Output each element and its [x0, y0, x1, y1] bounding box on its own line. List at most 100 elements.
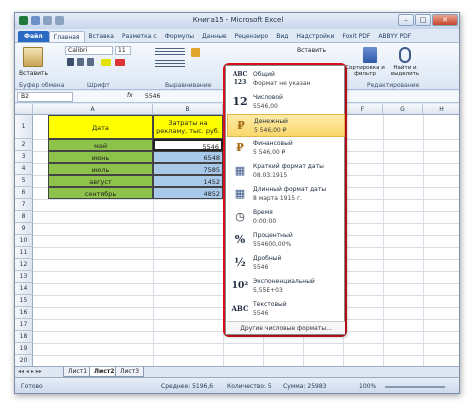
- text-format-icon: ABC: [231, 304, 249, 313]
- tab-review[interactable]: Рецензиро: [231, 31, 273, 42]
- tab-home[interactable]: Главная: [48, 31, 85, 42]
- column-header-a[interactable]: A: [33, 104, 153, 115]
- column-header-g[interactable]: G: [383, 104, 423, 115]
- align-icon[interactable]: [155, 48, 185, 56]
- format-general[interactable]: ABC 123 Общий Формат не указан: [227, 68, 345, 91]
- format-long-date[interactable]: ▦ Длинный формат даты 8 марта 1915 г.: [227, 183, 345, 206]
- tab-insert[interactable]: Вставка: [85, 31, 118, 42]
- underline-icon[interactable]: [87, 58, 94, 66]
- format-short-date[interactable]: ▦ Краткий формат даты 08.03.1915: [227, 160, 345, 183]
- font-name-select[interactable]: Calibri: [65, 46, 113, 55]
- paste-icon[interactable]: [23, 47, 43, 67]
- header-cell-ad-cost[interactable]: Затраты на рекламу, тыс. руб.: [153, 115, 223, 139]
- tab-abbyy[interactable]: ABBYY PDF: [374, 31, 415, 42]
- zoom-slider[interactable]: [385, 386, 445, 388]
- format-currency[interactable]: ₽ Денежный 5 546,00 ₽: [227, 114, 345, 137]
- close-button[interactable]: ✕: [432, 14, 458, 26]
- status-ready: Готово: [21, 383, 43, 390]
- format-sample: 08.03.1915: [253, 172, 288, 179]
- tab-file[interactable]: Файл: [18, 31, 49, 42]
- value-cell-selected[interactable]: 5546: [153, 139, 223, 151]
- format-name: Текстовый: [253, 301, 287, 308]
- sheet-tab-3[interactable]: Лист3: [115, 367, 145, 377]
- value-cell[interactable]: 4852: [153, 187, 223, 199]
- sort-filter-label[interactable]: Сортировка и фильтр: [345, 65, 385, 77]
- font-size-select[interactable]: 11: [115, 46, 131, 55]
- more-number-formats-link[interactable]: Другие числовые форматы...: [227, 321, 345, 334]
- row-header[interactable]: 11: [15, 247, 33, 259]
- tab-formulas[interactable]: Формулы: [161, 31, 198, 42]
- name-box[interactable]: B2: [17, 92, 73, 102]
- row-header[interactable]: 8: [15, 211, 33, 223]
- format-fraction[interactable]: ½ Дробный 5546: [227, 252, 345, 275]
- tab-page-layout[interactable]: Разметка с: [118, 31, 161, 42]
- format-number[interactable]: 12 Числовой 5546,00: [227, 91, 345, 114]
- zoom-level[interactable]: 100%: [359, 383, 376, 390]
- find-select-label[interactable]: Найти и выделить: [385, 65, 425, 77]
- format-percentage[interactable]: % Процентный 554600,00%: [227, 229, 345, 252]
- format-accounting[interactable]: ₽ Финансовый 5 546,00 ₽: [227, 137, 345, 160]
- month-cell[interactable]: сентябрь: [48, 187, 153, 199]
- select-all-corner[interactable]: [15, 104, 33, 115]
- group-editing: Редактирование: [367, 82, 420, 89]
- tab-addins[interactable]: Надстройки: [292, 31, 338, 42]
- column-header-f[interactable]: F: [343, 104, 383, 115]
- bold-icon[interactable]: [67, 58, 74, 66]
- tab-data[interactable]: Данные: [198, 31, 231, 42]
- column-header-b[interactable]: B: [153, 104, 223, 115]
- month-cell[interactable]: май: [48, 139, 153, 151]
- column-header-h[interactable]: H: [423, 104, 459, 115]
- fx-icon[interactable]: fx: [127, 92, 133, 99]
- row-header[interactable]: 10: [15, 235, 33, 247]
- sheet-nav-icon[interactable]: ◂◂ ◂ ▸ ▸▸: [18, 368, 42, 375]
- number-format-icon: 12: [232, 95, 248, 108]
- paste-label[interactable]: Вставить: [19, 70, 48, 77]
- find-select-icon[interactable]: [399, 47, 411, 63]
- sheet-tab-1[interactable]: Лист1: [63, 367, 93, 377]
- tab-view[interactable]: Вид: [272, 31, 292, 42]
- row-header[interactable]: 14: [15, 283, 33, 295]
- row-header[interactable]: 17: [15, 319, 33, 331]
- row-header[interactable]: 3: [15, 151, 33, 163]
- indent-icon[interactable]: [155, 60, 185, 68]
- format-name: Краткий формат даты: [253, 163, 324, 170]
- insert-cells-button[interactable]: Вставить: [297, 47, 326, 54]
- row-header[interactable]: 12: [15, 259, 33, 271]
- formula-input[interactable]: 5546: [145, 92, 215, 102]
- row-header[interactable]: 5: [15, 175, 33, 187]
- font-color-icon[interactable]: [115, 59, 125, 66]
- sort-filter-icon[interactable]: [363, 47, 377, 63]
- format-time[interactable]: ◷ Время 0:00:00: [227, 206, 345, 229]
- accounting-format-icon: ₽: [236, 141, 244, 154]
- value-cell[interactable]: 7585: [153, 163, 223, 175]
- row-header[interactable]: 4: [15, 163, 33, 175]
- month-cell[interactable]: июнь: [48, 151, 153, 163]
- month-cell[interactable]: июль: [48, 163, 153, 175]
- row-header[interactable]: 2: [15, 139, 33, 151]
- row-header[interactable]: 6: [15, 187, 33, 199]
- minimize-button[interactable]: –: [398, 14, 414, 26]
- format-scientific[interactable]: 10² Экспоненциальный 5,55E+03: [227, 275, 345, 298]
- row-header[interactable]: 1: [15, 115, 33, 139]
- italic-icon[interactable]: [77, 58, 84, 66]
- row-header[interactable]: 19: [15, 343, 33, 355]
- format-sample: 5546: [253, 264, 269, 271]
- row-header[interactable]: 13: [15, 271, 33, 283]
- row-header[interactable]: 7: [15, 199, 33, 211]
- format-text[interactable]: ABC Текстовый 5546: [227, 298, 345, 321]
- wrap-text-icon[interactable]: [191, 48, 200, 57]
- tab-foxit[interactable]: Foxit PDF: [338, 31, 374, 42]
- maximize-button[interactable]: □: [415, 14, 431, 26]
- group-font: Шрифт: [87, 82, 110, 89]
- month-cell[interactable]: август: [48, 175, 153, 187]
- row-header[interactable]: 18: [15, 331, 33, 343]
- row-header[interactable]: 16: [15, 307, 33, 319]
- gridline: [423, 115, 424, 366]
- row-header[interactable]: 9: [15, 223, 33, 235]
- row-header[interactable]: 15: [15, 295, 33, 307]
- fill-color-icon[interactable]: [101, 59, 111, 66]
- status-bar: Готово Среднее: 5196,6 Количество: 5 Сум…: [15, 377, 459, 393]
- value-cell[interactable]: 1452: [153, 175, 223, 187]
- header-cell-date[interactable]: Дата: [48, 115, 153, 139]
- value-cell[interactable]: 6548: [153, 151, 223, 163]
